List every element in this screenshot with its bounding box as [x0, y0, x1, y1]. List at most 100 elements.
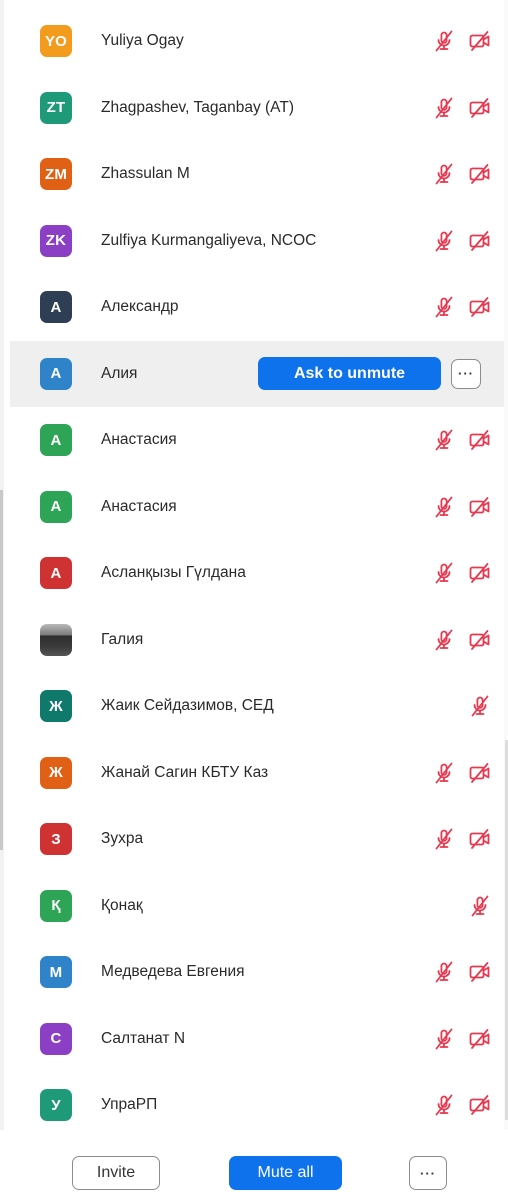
mic-muted-icon	[432, 428, 456, 452]
participant-row[interactable]: М Медведева Евгения	[10, 939, 504, 1006]
participants-footer: Invite Mute all ···	[0, 1130, 508, 1193]
video-off-icon	[468, 162, 492, 186]
mute-all-button[interactable]: Mute all	[229, 1156, 342, 1190]
avatar: A	[40, 424, 72, 457]
participant-row[interactable]: У УпраРП	[10, 1072, 504, 1139]
mic-muted-icon	[432, 29, 456, 53]
avatar: ZK	[40, 224, 72, 257]
participant-status-icons	[432, 960, 492, 984]
avatar: A	[40, 490, 72, 523]
video-off-icon	[468, 960, 492, 984]
participant-list: YO Yuliya Ogay ZT Zhagpashev, Taganbay (AT)…	[10, 8, 504, 1139]
avatar: ZT	[40, 91, 72, 124]
ask-to-unmute-button[interactable]: Ask to unmute	[258, 357, 441, 391]
mic-muted-icon	[432, 561, 456, 585]
avatar: ZM	[40, 158, 72, 191]
video-off-icon	[468, 428, 492, 452]
avatar-photo	[40, 623, 72, 656]
video-off-icon	[468, 561, 492, 585]
participant-row[interactable]: С Салтанат N	[10, 1006, 504, 1073]
participant-row[interactable]: Галия	[10, 607, 504, 674]
video-off-icon	[468, 761, 492, 785]
participant-name: Алия	[101, 364, 138, 382]
avatar: A	[40, 557, 72, 590]
mic-muted-icon	[468, 894, 492, 918]
invite-button[interactable]: Invite	[72, 1156, 160, 1190]
participant-row[interactable]: A Анастасия	[10, 407, 504, 474]
mic-muted-icon	[432, 761, 456, 785]
participant-name: Анастасия	[101, 431, 177, 449]
participant-name: Анастасия	[101, 497, 177, 515]
video-off-icon	[468, 1093, 492, 1117]
mic-muted-icon	[432, 960, 456, 984]
participant-status-icons	[468, 694, 492, 718]
participant-name: УпраРП	[101, 1096, 158, 1114]
avatar: YO	[40, 25, 72, 58]
participant-name: Zulfiya Kurmangaliyeva, NCOC	[101, 231, 317, 249]
video-off-icon	[468, 1027, 492, 1051]
video-off-icon	[468, 827, 492, 851]
participant-status-icons	[432, 295, 492, 319]
participant-name: Асланқызы Гүлдана	[101, 564, 246, 582]
participant-name: Жанай Сагин КБТУ Каз	[101, 763, 269, 781]
participant-row[interactable]: A Анастасия	[10, 474, 504, 541]
participant-status-icons	[432, 162, 492, 186]
mic-muted-icon	[432, 162, 456, 186]
participant-row[interactable]: Ж Жанай Сагин КБТУ Каз	[10, 740, 504, 807]
participant-row[interactable]: ZK Zulfiya Kurmangaliyeva, NCOC	[10, 208, 504, 275]
mic-muted-icon	[432, 1027, 456, 1051]
participant-status-icons	[432, 561, 492, 585]
avatar: A	[40, 291, 72, 324]
participant-status-icons	[432, 628, 492, 652]
participant-row[interactable]: YO Yuliya Ogay	[10, 8, 504, 75]
participant-status-icons	[432, 827, 492, 851]
participant-name: Зухра	[101, 830, 144, 848]
participant-name: Zhassulan M	[101, 165, 190, 183]
video-off-icon	[468, 295, 492, 319]
participant-row[interactable]: A Александр	[10, 274, 504, 341]
mic-muted-icon	[432, 96, 456, 120]
participant-status-icons	[432, 229, 492, 253]
avatar: З	[40, 823, 72, 856]
participant-status-icons	[432, 428, 492, 452]
mic-muted-icon	[432, 1093, 456, 1117]
participant-row[interactable]: A Алия Ask to unmute ···	[10, 340, 504, 407]
participant-row[interactable]: ZM Zhassulan M	[10, 141, 504, 208]
participant-name: Медведева Евгения	[101, 963, 245, 981]
footer-more-button[interactable]: ···	[409, 1156, 447, 1190]
participant-name: Жаик Сейдазимов, СЕД	[101, 697, 274, 715]
participant-status-icons	[432, 495, 492, 519]
mic-muted-icon	[432, 827, 456, 851]
video-off-icon	[468, 628, 492, 652]
participant-name: Қонақ	[101, 896, 143, 914]
mic-muted-icon	[432, 229, 456, 253]
avatar: A	[40, 357, 72, 390]
participant-row[interactable]: Қ Қонақ	[10, 873, 504, 940]
avatar: Ж	[40, 690, 72, 723]
avatar: Ж	[40, 756, 72, 789]
mic-muted-icon	[432, 628, 456, 652]
left-scrollbar[interactable]	[0, 490, 3, 850]
participant-name: Салтанат N	[101, 1029, 186, 1047]
video-off-icon	[468, 29, 492, 53]
avatar: У	[40, 1089, 72, 1122]
participant-status-icons	[468, 894, 492, 918]
avatar: М	[40, 956, 72, 989]
left-scroll-edge	[0, 0, 4, 1193]
participant-row[interactable]: ZT Zhagpashev, Taganbay (AT)	[10, 75, 504, 142]
participant-status-icons	[432, 1093, 492, 1117]
avatar: С	[40, 1022, 72, 1055]
participant-status-icons	[432, 96, 492, 120]
mic-muted-icon	[468, 694, 492, 718]
participant-more-button[interactable]: ···	[451, 358, 481, 389]
mic-muted-icon	[432, 495, 456, 519]
participant-status-icons	[432, 761, 492, 785]
video-off-icon	[468, 495, 492, 519]
participant-name: Zhagpashev, Taganbay (AT)	[101, 98, 295, 116]
participant-name: Yuliya Ogay	[101, 32, 184, 50]
participant-status-icons	[432, 1027, 492, 1051]
participant-row[interactable]: A Асланқызы Гүлдана	[10, 540, 504, 607]
participant-row[interactable]: З Зухра	[10, 806, 504, 873]
participant-row[interactable]: Ж Жаик Сейдазимов, СЕД	[10, 673, 504, 740]
mic-muted-icon	[432, 295, 456, 319]
